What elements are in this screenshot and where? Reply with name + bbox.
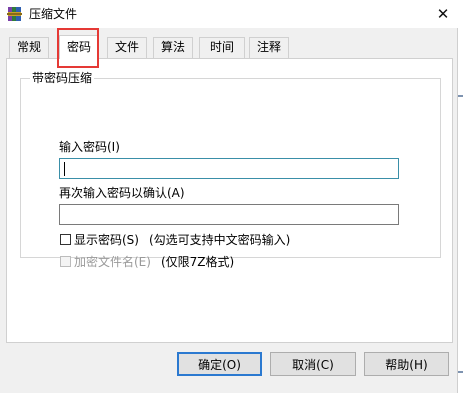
ok-button[interactable]: 确定(O) xyxy=(177,352,262,376)
encrypt-filenames-row: 加密文件名(E) (仅限7Z格式) xyxy=(60,253,234,269)
cancel-button[interactable]: 取消(C) xyxy=(270,352,356,376)
encrypt-filenames-label[interactable]: 加密文件名(E) xyxy=(74,253,151,270)
highlight-annotation xyxy=(57,28,99,68)
dialog-client-area: 常规 密码 文件 算法 时间 注释 带密码压缩 输入密码(I) 再次输入密码以确… xyxy=(0,28,463,393)
background-marker xyxy=(458,371,463,373)
confirm-password-label: 再次输入密码以确认(A) xyxy=(59,186,185,200)
show-password-checkbox[interactable] xyxy=(60,233,71,245)
close-button[interactable]: ✕ xyxy=(423,0,463,28)
background-window-edge xyxy=(457,28,463,393)
window-title: 压缩文件 xyxy=(29,7,78,21)
group-title: 带密码压缩 xyxy=(30,70,95,86)
show-password-row: 显示密码(S) (勾选可支持中文密码输入) xyxy=(60,231,290,247)
winrar-books-icon xyxy=(7,7,22,21)
password-input[interactable] xyxy=(59,158,399,179)
show-password-label[interactable]: 显示密码(S) xyxy=(74,231,139,248)
password-label: 输入密码(I) xyxy=(59,140,120,154)
show-password-hint: (勾选可支持中文密码输入) xyxy=(148,232,291,247)
tab-algorithm[interactable]: 算法 xyxy=(153,37,193,58)
tab-files[interactable]: 文件 xyxy=(107,37,147,58)
help-button[interactable]: 帮助(H) xyxy=(364,352,449,376)
tab-comment[interactable]: 注释 xyxy=(249,37,289,58)
encrypt-filenames-hint: (仅限7Z格式) xyxy=(160,254,235,269)
encrypt-filenames-checkbox[interactable] xyxy=(60,255,71,267)
text-caret xyxy=(64,162,65,176)
close-icon: ✕ xyxy=(436,5,450,23)
tab-panel-password: 带密码压缩 输入密码(I) 再次输入密码以确认(A) 显示密码(S) (勾选可支… xyxy=(6,58,453,343)
title-bar: 压缩文件 ✕ xyxy=(0,0,463,28)
tab-time[interactable]: 时间 xyxy=(199,37,245,58)
background-marker xyxy=(458,95,463,97)
tab-general[interactable]: 常规 xyxy=(9,37,49,58)
confirm-password-input[interactable] xyxy=(59,204,399,225)
tab-strip: 常规 密码 文件 算法 时间 注释 xyxy=(0,28,457,68)
